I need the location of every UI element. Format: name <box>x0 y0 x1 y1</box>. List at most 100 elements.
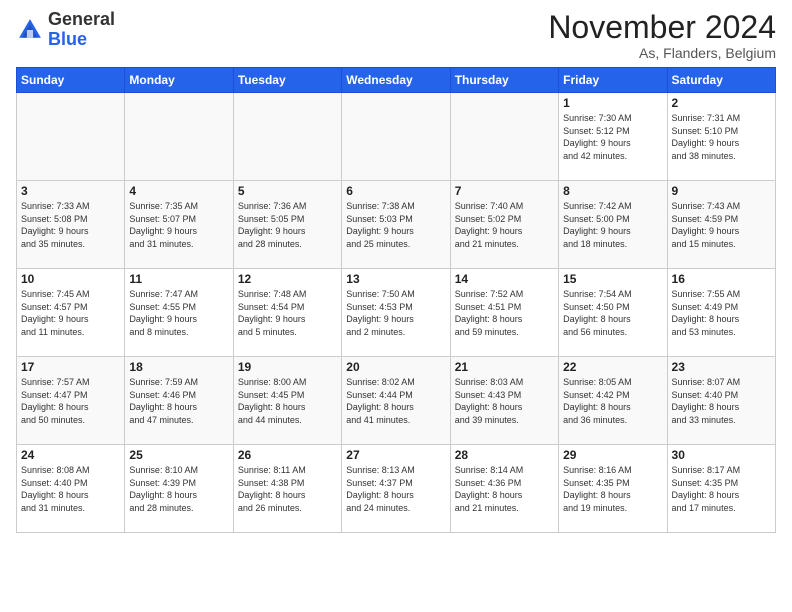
day-number: 29 <box>563 448 662 462</box>
day-number: 22 <box>563 360 662 374</box>
day-info: Sunrise: 8:11 AM Sunset: 4:38 PM Dayligh… <box>238 464 337 514</box>
day-info: Sunrise: 7:50 AM Sunset: 4:53 PM Dayligh… <box>346 288 445 338</box>
table-row: 24 Sunrise: 8:08 AM Sunset: 4:40 PM Dayli… <box>17 445 125 533</box>
day-number: 25 <box>129 448 228 462</box>
col-friday: Friday <box>559 68 667 93</box>
month-title: November 2024 <box>548 10 776 45</box>
day-number: 13 <box>346 272 445 286</box>
table-row: 6 Sunrise: 7:38 AM Sunset: 5:03 PM Daylig… <box>342 181 450 269</box>
calendar-week-row: 3 Sunrise: 7:33 AM Sunset: 5:08 PM Daylig… <box>17 181 776 269</box>
day-number: 23 <box>672 360 771 374</box>
day-number: 26 <box>238 448 337 462</box>
day-info: Sunrise: 8:03 AM Sunset: 4:43 PM Dayligh… <box>455 376 554 426</box>
day-number: 14 <box>455 272 554 286</box>
day-number: 19 <box>238 360 337 374</box>
table-row: 13 Sunrise: 7:50 AM Sunset: 4:53 PM Dayli… <box>342 269 450 357</box>
day-info: Sunrise: 7:45 AM Sunset: 4:57 PM Dayligh… <box>21 288 120 338</box>
day-number: 9 <box>672 184 771 198</box>
calendar-week-row: 17Sunrise: 7:57 AM Sunset: 4:47 PM Dayli… <box>17 357 776 445</box>
table-row: 19Sunrise: 8:00 AM Sunset: 4:45 PM Dayli… <box>233 357 341 445</box>
table-row: 2Sunrise: 7:31 AM Sunset: 5:10 PM Daylig… <box>667 93 775 181</box>
day-info: Sunrise: 7:40 AM Sunset: 5:02 PM Dayligh… <box>455 200 554 250</box>
day-info: Sunrise: 8:02 AM Sunset: 4:44 PM Dayligh… <box>346 376 445 426</box>
table-row: 14Sunrise: 7:52 AM Sunset: 4:51 PM Dayli… <box>450 269 558 357</box>
logo-icon <box>16 16 44 44</box>
table-row: 12 Sunrise: 7:48 AM Sunset: 4:54 PM Dayli… <box>233 269 341 357</box>
table-row <box>17 93 125 181</box>
day-info: Sunrise: 7:35 AM Sunset: 5:07 PM Dayligh… <box>129 200 228 250</box>
day-number: 2 <box>672 96 771 110</box>
table-row: 18 Sunrise: 7:59 AM Sunset: 4:46 PM Dayli… <box>125 357 233 445</box>
page: General Blue November 2024 As, Flanders,… <box>0 0 792 543</box>
day-info: Sunrise: 7:59 AM Sunset: 4:46 PM Dayligh… <box>129 376 228 426</box>
calendar: Sunday Monday Tuesday Wednesday Thursday… <box>16 67 776 533</box>
day-number: 5 <box>238 184 337 198</box>
calendar-week-row: 24 Sunrise: 8:08 AM Sunset: 4:40 PM Dayli… <box>17 445 776 533</box>
day-number: 15 <box>563 272 662 286</box>
day-info: Sunrise: 8:13 AM Sunset: 4:37 PM Dayligh… <box>346 464 445 514</box>
table-row: 15 Sunrise: 7:54 AM Sunset: 4:50 PM Dayli… <box>559 269 667 357</box>
day-info: Sunrise: 8:14 AM Sunset: 4:36 PM Dayligh… <box>455 464 554 514</box>
table-row: 16Sunrise: 7:55 AM Sunset: 4:49 PM Dayli… <box>667 269 775 357</box>
col-wednesday: Wednesday <box>342 68 450 93</box>
calendar-week-row: 1 Sunrise: 7:30 AM Sunset: 5:12 PM Daylig… <box>17 93 776 181</box>
calendar-header-row: Sunday Monday Tuesday Wednesday Thursday… <box>17 68 776 93</box>
table-row: 4 Sunrise: 7:35 AM Sunset: 5:07 PM Daylig… <box>125 181 233 269</box>
table-row <box>450 93 558 181</box>
col-sunday: Sunday <box>17 68 125 93</box>
table-row: 30 Sunrise: 8:17 AM Sunset: 4:35 PM Dayli… <box>667 445 775 533</box>
table-row: 27Sunrise: 8:13 AM Sunset: 4:37 PM Dayli… <box>342 445 450 533</box>
day-info: Sunrise: 7:33 AM Sunset: 5:08 PM Dayligh… <box>21 200 120 250</box>
table-row: 20 Sunrise: 8:02 AM Sunset: 4:44 PM Dayli… <box>342 357 450 445</box>
col-tuesday: Tuesday <box>233 68 341 93</box>
col-saturday: Saturday <box>667 68 775 93</box>
day-number: 30 <box>672 448 771 462</box>
day-info: Sunrise: 7:54 AM Sunset: 4:50 PM Dayligh… <box>563 288 662 338</box>
col-monday: Monday <box>125 68 233 93</box>
day-info: Sunrise: 8:10 AM Sunset: 4:39 PM Dayligh… <box>129 464 228 514</box>
day-number: 28 <box>455 448 554 462</box>
day-info: Sunrise: 7:48 AM Sunset: 4:54 PM Dayligh… <box>238 288 337 338</box>
logo-general: General <box>48 9 115 29</box>
logo-blue: Blue <box>48 29 87 49</box>
day-info: Sunrise: 7:36 AM Sunset: 5:05 PM Dayligh… <box>238 200 337 250</box>
day-info: Sunrise: 7:43 AM Sunset: 4:59 PM Dayligh… <box>672 200 771 250</box>
day-info: Sunrise: 8:08 AM Sunset: 4:40 PM Dayligh… <box>21 464 120 514</box>
table-row <box>233 93 341 181</box>
table-row: 1 Sunrise: 7:30 AM Sunset: 5:12 PM Daylig… <box>559 93 667 181</box>
day-info: Sunrise: 7:47 AM Sunset: 4:55 PM Dayligh… <box>129 288 228 338</box>
day-number: 24 <box>21 448 120 462</box>
header-row: General Blue November 2024 As, Flanders,… <box>16 10 776 61</box>
day-number: 12 <box>238 272 337 286</box>
day-number: 16 <box>672 272 771 286</box>
table-row: 26 Sunrise: 8:11 AM Sunset: 4:38 PM Dayli… <box>233 445 341 533</box>
day-number: 6 <box>346 184 445 198</box>
location: As, Flanders, Belgium <box>548 45 776 61</box>
day-info: Sunrise: 7:38 AM Sunset: 5:03 PM Dayligh… <box>346 200 445 250</box>
table-row: 28 Sunrise: 8:14 AM Sunset: 4:36 PM Dayli… <box>450 445 558 533</box>
day-number: 21 <box>455 360 554 374</box>
table-row: 25 Sunrise: 8:10 AM Sunset: 4:39 PM Dayli… <box>125 445 233 533</box>
day-info: Sunrise: 8:05 AM Sunset: 4:42 PM Dayligh… <box>563 376 662 426</box>
day-number: 1 <box>563 96 662 110</box>
logo: General Blue <box>16 10 115 50</box>
day-number: 7 <box>455 184 554 198</box>
col-thursday: Thursday <box>450 68 558 93</box>
day-number: 10 <box>21 272 120 286</box>
day-number: 18 <box>129 360 228 374</box>
day-info: Sunrise: 7:42 AM Sunset: 5:00 PM Dayligh… <box>563 200 662 250</box>
day-number: 4 <box>129 184 228 198</box>
day-number: 8 <box>563 184 662 198</box>
day-info: Sunrise: 8:16 AM Sunset: 4:35 PM Dayligh… <box>563 464 662 514</box>
day-number: 20 <box>346 360 445 374</box>
table-row: 11Sunrise: 7:47 AM Sunset: 4:55 PM Dayli… <box>125 269 233 357</box>
logo-text: General Blue <box>48 10 115 50</box>
day-info: Sunrise: 7:30 AM Sunset: 5:12 PM Dayligh… <box>563 112 662 162</box>
table-row: 29 Sunrise: 8:16 AM Sunset: 4:35 PM Dayli… <box>559 445 667 533</box>
table-row: 9 Sunrise: 7:43 AM Sunset: 4:59 PM Daylig… <box>667 181 775 269</box>
day-number: 3 <box>21 184 120 198</box>
day-info: Sunrise: 8:17 AM Sunset: 4:35 PM Dayligh… <box>672 464 771 514</box>
table-row: 23Sunrise: 8:07 AM Sunset: 4:40 PM Dayli… <box>667 357 775 445</box>
table-row <box>125 93 233 181</box>
table-row: 3 Sunrise: 7:33 AM Sunset: 5:08 PM Daylig… <box>17 181 125 269</box>
